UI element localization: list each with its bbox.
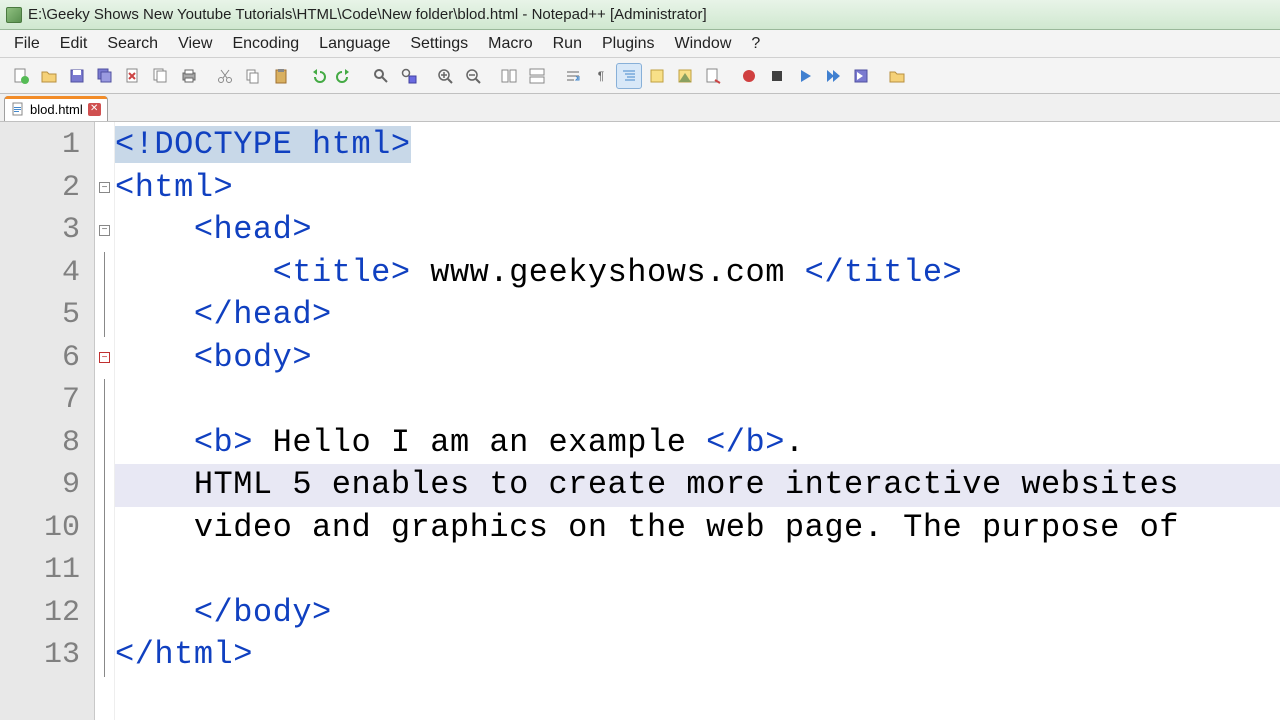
line-number: 2: [0, 167, 94, 210]
fold-cell: [95, 252, 114, 295]
title-bar: E:\Geeky Shows New Youtube Tutorials\HTM…: [0, 0, 1280, 30]
zoom-out-button[interactable]: [460, 63, 486, 89]
menu-view[interactable]: View: [168, 31, 222, 57]
line-number: 10: [0, 507, 94, 550]
fold-cell: [95, 549, 114, 592]
editor-area[interactable]: 12345678910111213 −−− <!DOCTYPE html><ht…: [0, 122, 1280, 720]
play-multi-button[interactable]: [820, 63, 846, 89]
fold-cell: −: [95, 337, 114, 380]
zoom-in-button[interactable]: [432, 63, 458, 89]
undo-button[interactable]: [304, 63, 330, 89]
line-number: 6: [0, 337, 94, 380]
code-line[interactable]: video and graphics on the web page. The …: [115, 507, 1280, 550]
tab-blod-html[interactable]: blod.html ✕: [4, 96, 108, 121]
toolbar: ¶: [0, 58, 1280, 94]
menu-run[interactable]: Run: [543, 31, 592, 57]
fold-cell: [95, 124, 114, 167]
close-button[interactable]: [120, 63, 146, 89]
line-number: 8: [0, 422, 94, 465]
fold-cell: [95, 464, 114, 507]
tab-close-button[interactable]: ✕: [88, 103, 101, 116]
menu-encoding[interactable]: Encoding: [222, 31, 309, 57]
line-number: 1: [0, 124, 94, 167]
fold-cell: [95, 592, 114, 635]
print-button[interactable]: [176, 63, 202, 89]
code-line[interactable]: <head>: [115, 209, 1280, 252]
menu-macro[interactable]: Macro: [478, 31, 542, 57]
save-button[interactable]: [64, 63, 90, 89]
indent-guide-button[interactable]: [616, 63, 642, 89]
open-file-button[interactable]: [36, 63, 62, 89]
menu-language[interactable]: Language: [309, 31, 400, 57]
line-number: 3: [0, 209, 94, 252]
fold-cell: [95, 422, 114, 465]
fold-cell: [95, 634, 114, 677]
line-number: 13: [0, 634, 94, 677]
fold-cell: −: [95, 167, 114, 210]
window-title: E:\Geeky Shows New Youtube Tutorials\HTM…: [28, 6, 707, 23]
fold-cell: [95, 507, 114, 550]
line-number: 4: [0, 252, 94, 295]
code-content[interactable]: <!DOCTYPE html><html> <head> <title> www…: [115, 122, 1280, 720]
line-number: 9: [0, 464, 94, 507]
app-icon: [6, 7, 22, 23]
menu-help[interactable]: ?: [741, 31, 770, 57]
fold-toggle-icon[interactable]: −: [99, 225, 110, 236]
tab-label: blod.html: [30, 102, 83, 117]
record-macro-button[interactable]: [736, 63, 762, 89]
tab-bar: blod.html ✕: [0, 94, 1280, 122]
find-button[interactable]: [368, 63, 394, 89]
line-number: 7: [0, 379, 94, 422]
doc-map-button[interactable]: [672, 63, 698, 89]
play-macro-button[interactable]: [792, 63, 818, 89]
new-file-button[interactable]: [8, 63, 34, 89]
menu-window[interactable]: Window: [664, 31, 741, 57]
replace-button[interactable]: [396, 63, 422, 89]
code-line[interactable]: </html>: [115, 634, 1280, 677]
code-line[interactable]: <html>: [115, 167, 1280, 210]
menu-settings[interactable]: Settings: [400, 31, 478, 57]
line-number: 11: [0, 549, 94, 592]
fold-cell: [95, 379, 114, 422]
code-line[interactable]: </body>: [115, 592, 1280, 635]
fold-cell: [95, 294, 114, 337]
stop-macro-button[interactable]: [764, 63, 790, 89]
fold-column: − − −: [95, 122, 115, 720]
line-number-gutter: 12345678910111213: [0, 122, 95, 720]
line-number: 5: [0, 294, 94, 337]
code-line[interactable]: <!DOCTYPE html>: [115, 124, 1280, 167]
save-all-button[interactable]: [92, 63, 118, 89]
fold-cell: −: [95, 209, 114, 252]
close-all-button[interactable]: [148, 63, 174, 89]
sync-hscroll-button[interactable]: [524, 63, 550, 89]
menu-search[interactable]: Search: [97, 31, 168, 57]
save-macro-button[interactable]: [848, 63, 874, 89]
code-line[interactable]: </head>: [115, 294, 1280, 337]
file-icon: [11, 102, 25, 116]
spellcheck-button[interactable]: [884, 63, 910, 89]
paste-button[interactable]: [268, 63, 294, 89]
code-line[interactable]: [115, 549, 1280, 592]
func-list-button[interactable]: [700, 63, 726, 89]
cut-button[interactable]: [212, 63, 238, 89]
copy-button[interactable]: [240, 63, 266, 89]
show-all-chars-button[interactable]: ¶: [588, 63, 614, 89]
fold-toggle-icon[interactable]: −: [99, 352, 110, 363]
line-number: 12: [0, 592, 94, 635]
svg-text:¶: ¶: [598, 69, 604, 83]
code-line[interactable]: <b> Hello I am an example </b>.: [115, 422, 1280, 465]
code-line[interactable]: [115, 379, 1280, 422]
menu-edit[interactable]: Edit: [50, 31, 98, 57]
sync-vscroll-button[interactable]: [496, 63, 522, 89]
code-line[interactable]: HTML 5 enables to create more interactiv…: [115, 464, 1280, 507]
udl-button[interactable]: [644, 63, 670, 89]
menu-bar: File Edit Search View Encoding Language …: [0, 30, 1280, 58]
wordwrap-button[interactable]: [560, 63, 586, 89]
fold-toggle-icon[interactable]: −: [99, 182, 110, 193]
code-line[interactable]: <body>: [115, 337, 1280, 380]
menu-plugins[interactable]: Plugins: [592, 31, 664, 57]
redo-button[interactable]: [332, 63, 358, 89]
code-line[interactable]: <title> www.geekyshows.com </title>: [115, 252, 1280, 295]
menu-file[interactable]: File: [4, 31, 50, 57]
